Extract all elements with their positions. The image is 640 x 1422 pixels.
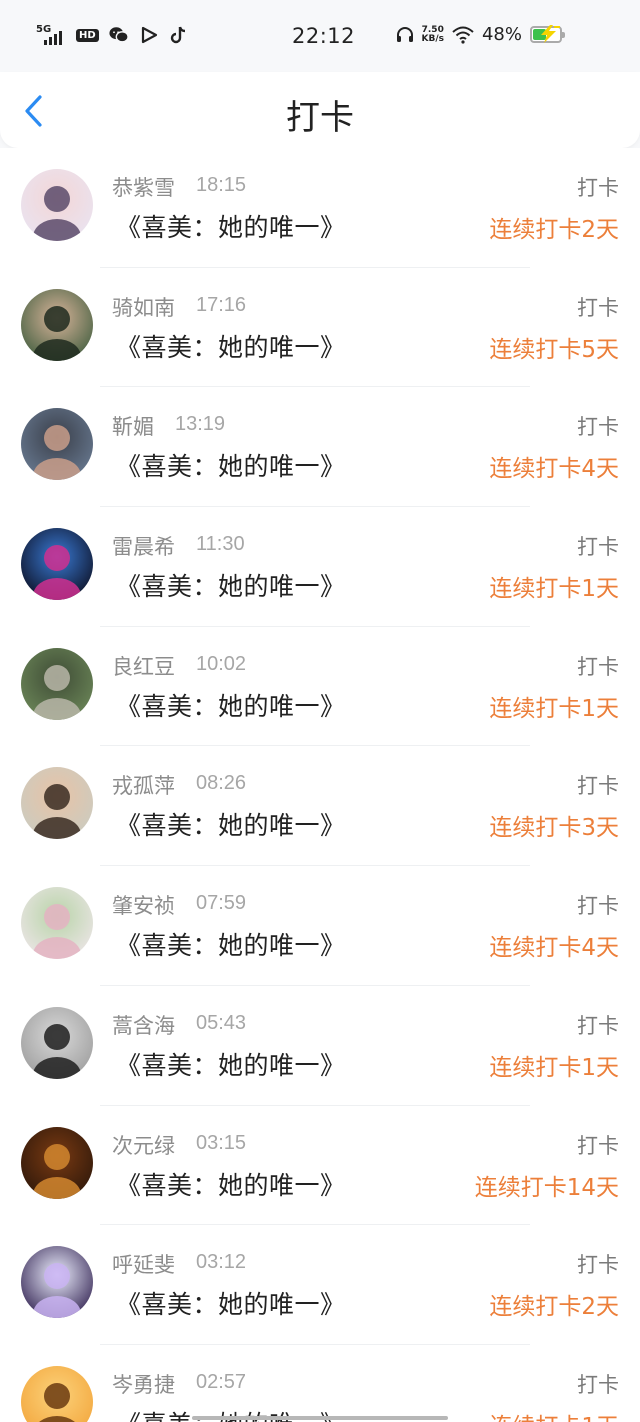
nav-bar: 打卡 bbox=[0, 72, 640, 148]
checkin-list: 恭紫雪 18:15 《喜美：她的唯一》 打卡 连续打卡2天 骑如南 17:16 … bbox=[0, 148, 640, 1422]
user-name[interactable]: 肇安祯 bbox=[112, 890, 175, 920]
book-title[interactable]: 《喜美：她的唯一》 bbox=[116, 806, 346, 842]
user-name[interactable]: 蒿含海 bbox=[112, 1010, 175, 1040]
streak-label: 连续打卡1天 bbox=[489, 576, 619, 603]
checkin-tag: 打卡 bbox=[577, 774, 619, 799]
avatar[interactable] bbox=[21, 1126, 93, 1199]
streak-label: 连续打卡2天 bbox=[489, 1294, 619, 1321]
checkin-row[interactable]: 岑勇捷 02:57 《喜美：她的唯一》 打卡 连续打卡1天 bbox=[0, 1344, 640, 1422]
user-name[interactable]: 岑勇捷 bbox=[112, 1369, 175, 1399]
user-name[interactable]: 次元绿 bbox=[112, 1130, 175, 1160]
checkin-time: 03:15 bbox=[196, 1131, 247, 1154]
checkin-row[interactable]: 骑如南 17:16 《喜美：她的唯一》 打卡 连续打卡5天 bbox=[0, 267, 640, 388]
book-title[interactable]: 《喜美：她的唯一》 bbox=[116, 1285, 346, 1321]
streak-label: 连续打卡4天 bbox=[489, 456, 619, 483]
avatar[interactable] bbox=[21, 887, 93, 960]
streak-label: 连续打卡1天 bbox=[489, 1407, 619, 1422]
video-play-icon bbox=[139, 25, 159, 45]
checkin-tag: 打卡 bbox=[577, 894, 619, 919]
checkin-row[interactable]: 靳媚 13:19 《喜美：她的唯一》 打卡 连续打卡4天 bbox=[0, 387, 640, 508]
avatar[interactable] bbox=[21, 1006, 93, 1079]
checkin-time: 18:15 bbox=[196, 174, 247, 196]
book-title[interactable]: 《喜美：她的唯一》 bbox=[116, 208, 346, 244]
streak-label: 连续打卡3天 bbox=[489, 815, 619, 842]
checkin-tag: 打卡 bbox=[577, 535, 619, 560]
avatar[interactable] bbox=[21, 408, 93, 481]
user-name[interactable]: 靳媚 bbox=[112, 411, 154, 441]
status-left: 5G HD bbox=[36, 24, 189, 46]
status-bar: 5G HD 22:12 7.50 KB/s 48% bbox=[0, 0, 640, 72]
avatar[interactable] bbox=[21, 1365, 93, 1422]
checkin-time: 02:57 bbox=[196, 1370, 247, 1393]
book-title[interactable]: 《喜美：她的唯一》 bbox=[116, 687, 346, 723]
checkin-tag: 打卡 bbox=[577, 1372, 619, 1397]
home-indicator bbox=[192, 1416, 448, 1420]
checkin-row[interactable]: 戎孤萍 08:26 《喜美：她的唯一》 打卡 连续打卡3天 bbox=[0, 746, 640, 867]
streak-label: 连续打卡5天 bbox=[489, 336, 619, 363]
book-title[interactable]: 《喜美：她的唯一》 bbox=[116, 328, 346, 364]
signal-icon: 5G bbox=[36, 24, 66, 46]
checkin-time: 07:59 bbox=[196, 892, 247, 915]
book-title[interactable]: 《喜美：她的唯一》 bbox=[116, 1166, 346, 1202]
checkin-row[interactable]: 恭紫雪 18:15 《喜美：她的唯一》 打卡 连续打卡2天 bbox=[0, 148, 640, 268]
checkin-tag: 打卡 bbox=[577, 1013, 619, 1038]
speed-unit: KB/s bbox=[421, 33, 444, 44]
checkin-tag: 打卡 bbox=[577, 176, 619, 200]
user-name[interactable]: 骑如南 bbox=[112, 292, 175, 322]
checkin-row[interactable]: 良红豆 10:02 《喜美：她的唯一》 打卡 连续打卡1天 bbox=[0, 626, 640, 747]
user-name[interactable]: 戎孤萍 bbox=[112, 770, 175, 800]
page-title: 打卡 bbox=[286, 98, 354, 138]
checkin-row[interactable]: 肇安祯 07:59 《喜美：她的唯一》 打卡 连续打卡4天 bbox=[0, 866, 640, 986]
user-name[interactable]: 恭紫雪 bbox=[112, 172, 175, 202]
user-name[interactable]: 良红豆 bbox=[112, 651, 175, 681]
checkin-time: 05:43 bbox=[196, 1011, 247, 1034]
avatar[interactable] bbox=[21, 767, 93, 840]
book-title[interactable]: 《喜美：她的唯一》 bbox=[116, 567, 346, 603]
checkin-row[interactable]: 雷晨希 11:30 《喜美：她的唯一》 打卡 连续打卡1天 bbox=[0, 507, 640, 627]
streak-label: 连续打卡1天 bbox=[489, 1054, 619, 1081]
wechat-icon bbox=[109, 25, 129, 45]
avatar[interactable] bbox=[21, 647, 93, 720]
user-name[interactable]: 呼延斐 bbox=[112, 1249, 175, 1279]
user-name[interactable]: 雷晨希 bbox=[112, 531, 175, 561]
wifi-icon bbox=[452, 26, 474, 44]
clock: 22:12 bbox=[292, 24, 356, 48]
battery-percent: 48% bbox=[481, 24, 522, 45]
avatar[interactable] bbox=[21, 1246, 93, 1319]
checkin-tag: 打卡 bbox=[577, 295, 619, 320]
avatar[interactable] bbox=[21, 288, 93, 361]
checkin-row[interactable]: 蒿含海 05:43 《喜美：她的唯一》 打卡 连续打卡1天 bbox=[0, 985, 640, 1106]
checkin-tag: 打卡 bbox=[577, 415, 619, 440]
streak-label: 连续打卡4天 bbox=[489, 935, 619, 962]
book-title[interactable]: 《喜美：她的唯一》 bbox=[116, 926, 346, 962]
checkin-time: 11:30 bbox=[196, 533, 245, 556]
checkin-time: 13:19 bbox=[175, 413, 226, 436]
avatar[interactable] bbox=[21, 169, 93, 241]
headset-icon bbox=[396, 26, 414, 44]
checkin-time: 10:02 bbox=[196, 652, 247, 675]
book-title[interactable]: 《喜美：她的唯一》 bbox=[116, 1046, 346, 1082]
checkin-tag: 打卡 bbox=[577, 1253, 619, 1278]
book-title[interactable]: 《喜美：她的唯一》 bbox=[116, 447, 346, 483]
avatar[interactable] bbox=[21, 528, 93, 601]
checkin-time: 03:12 bbox=[196, 1251, 247, 1274]
streak-label: 连续打卡2天 bbox=[489, 217, 619, 243]
tiktok-icon bbox=[169, 25, 189, 45]
checkin-row[interactable]: 次元绿 03:15 《喜美：她的唯一》 打卡 连续打卡14天 bbox=[0, 1105, 640, 1226]
checkin-row[interactable]: 呼延斐 03:12 《喜美：她的唯一》 打卡 连续打卡2天 bbox=[0, 1225, 640, 1345]
streak-label: 连续打卡1天 bbox=[489, 695, 619, 722]
checkin-tag: 打卡 bbox=[577, 1133, 619, 1158]
charging-bolt-icon bbox=[536, 24, 562, 44]
checkin-time: 08:26 bbox=[196, 772, 247, 795]
streak-label: 连续打卡14天 bbox=[474, 1174, 619, 1201]
checkin-tag: 打卡 bbox=[577, 654, 619, 679]
checkin-time: 17:16 bbox=[196, 293, 247, 316]
hd-badge: HD bbox=[76, 28, 99, 42]
network-speed: 7.50 KB/s bbox=[421, 25, 444, 44]
